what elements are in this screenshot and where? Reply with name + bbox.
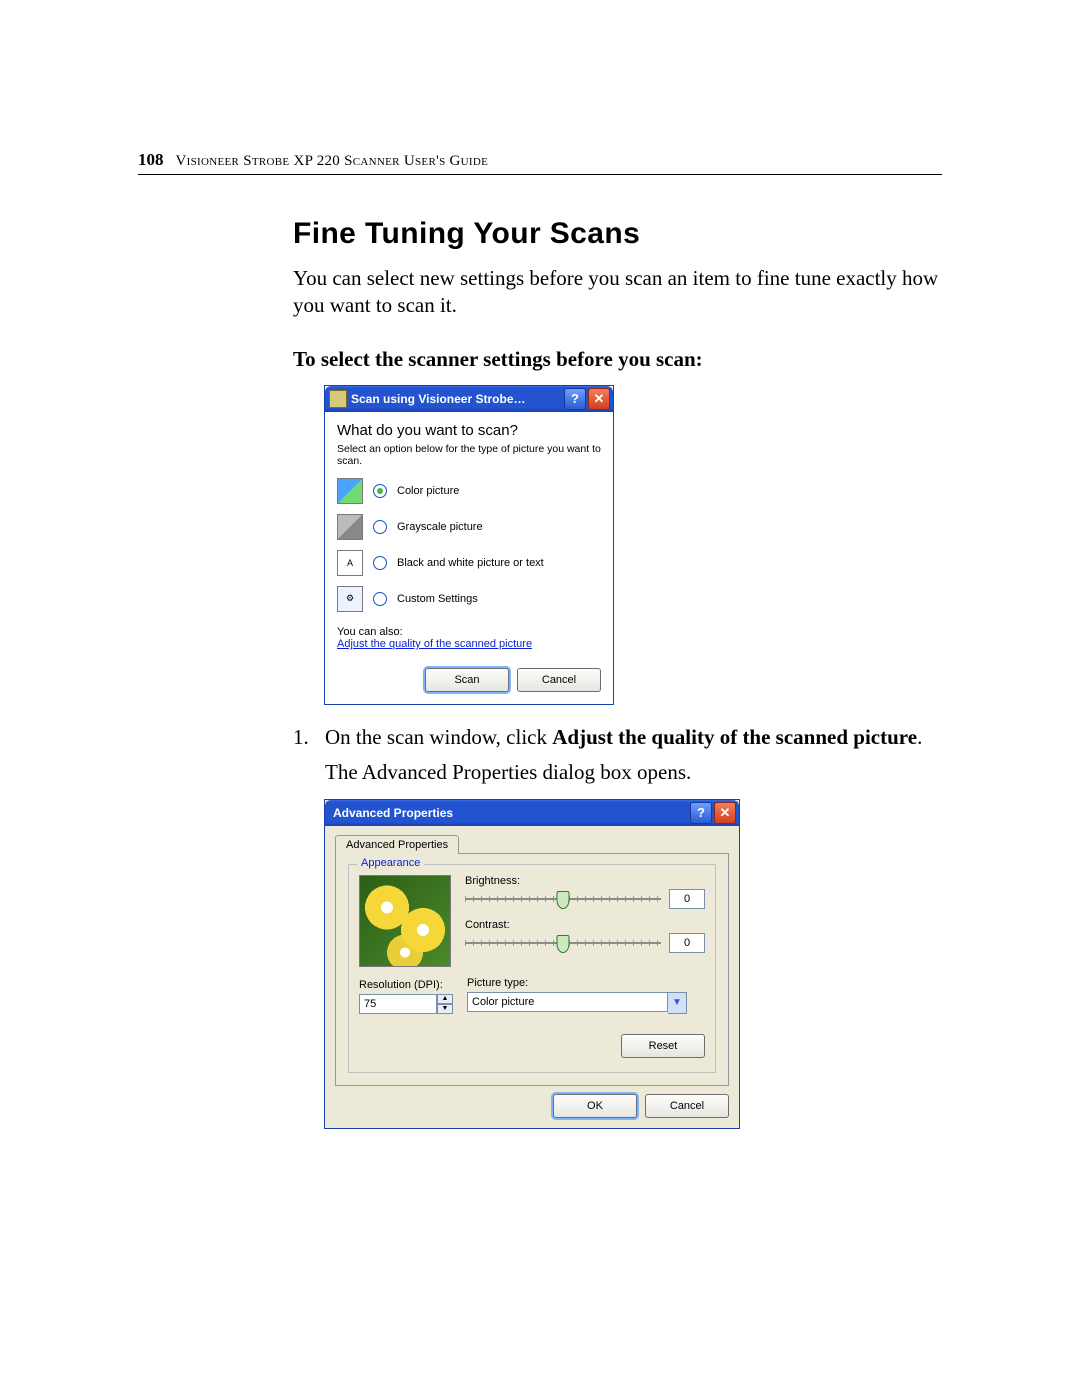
spin-down-icon[interactable]: ▼ (437, 1004, 453, 1014)
chevron-down-icon[interactable]: ▼ (668, 992, 687, 1014)
ok-button[interactable]: OK (553, 1094, 637, 1118)
dialog1-question: What do you want to scan? (337, 422, 601, 439)
contrast-label: Contrast: (465, 919, 705, 931)
close-icon[interactable]: ✕ (588, 388, 610, 410)
scan-button[interactable]: Scan (425, 668, 509, 692)
you-can-also-label: You can also: (337, 626, 601, 638)
resolution-label: Resolution (DPI): (359, 979, 453, 991)
reset-button[interactable]: Reset (621, 1034, 705, 1058)
header-title: Visioneer Strobe XP 220 Scanner User's G… (176, 153, 489, 170)
resolution-input[interactable] (359, 994, 437, 1014)
dialog1-titlebar: Scan using Visioneer Strobe… ? ✕ (325, 386, 613, 412)
scan-wizard-dialog: Scan using Visioneer Strobe… ? ✕ What do… (325, 386, 613, 704)
preview-image (359, 875, 451, 967)
color-picture-icon (337, 478, 363, 504)
contrast-value[interactable]: 0 (669, 933, 705, 953)
option-label: Custom Settings (397, 593, 478, 605)
custom-settings-icon: ⚙ (337, 586, 363, 612)
spin-up-icon[interactable]: ▲ (437, 994, 453, 1004)
contrast-slider[interactable] (465, 934, 661, 952)
section-subhead: To select the scanner settings before yo… (293, 347, 942, 372)
radio-bw[interactable] (373, 556, 387, 570)
running-header: 108 Visioneer Strobe XP 220 Scanner User… (138, 150, 942, 175)
brightness-slider[interactable] (465, 890, 661, 908)
dialog2-titlebar: Advanced Properties ? ✕ (325, 800, 739, 826)
adjust-quality-link[interactable]: Adjust the quality of the scanned pictur… (337, 638, 601, 650)
option-custom[interactable]: ⚙ Custom Settings (337, 586, 601, 612)
slider-thumb-icon[interactable] (557, 935, 570, 953)
brightness-value[interactable]: 0 (669, 889, 705, 909)
tab-advanced-properties[interactable]: Advanced Properties (335, 835, 459, 854)
radio-color[interactable] (373, 484, 387, 498)
resolution-stepper[interactable]: ▲ ▼ (359, 994, 453, 1014)
option-color[interactable]: Color picture (337, 478, 601, 504)
option-bw[interactable]: A Black and white picture or text (337, 550, 601, 576)
appearance-group: Appearance Brightness: 0 Contrast: (348, 864, 716, 1073)
cancel-button[interactable]: Cancel (645, 1094, 729, 1118)
step-number: 1. (293, 724, 311, 751)
option-label: Black and white picture or text (397, 557, 544, 569)
radio-custom[interactable] (373, 592, 387, 606)
option-grayscale[interactable]: Grayscale picture (337, 514, 601, 540)
help-icon[interactable]: ? (690, 802, 712, 824)
slider-thumb-icon[interactable] (557, 891, 570, 909)
step-text: On the scan window, click Adjust the qua… (325, 724, 922, 751)
dialog1-subtext: Select an option below for the type of p… (337, 443, 601, 468)
scanner-icon (329, 390, 347, 408)
brightness-label: Brightness: (465, 875, 705, 887)
section-intro: You can select new settings before you s… (293, 265, 942, 319)
radio-grayscale[interactable] (373, 520, 387, 534)
picture-type-label: Picture type: (467, 977, 705, 989)
close-icon[interactable]: ✕ (714, 802, 736, 824)
picture-type-input[interactable] (467, 992, 668, 1012)
appearance-legend: Appearance (357, 857, 424, 869)
advanced-properties-dialog: Advanced Properties ? ✕ Advanced Propert… (325, 800, 739, 1128)
cancel-button[interactable]: Cancel (517, 668, 601, 692)
section-title: Fine Tuning Your Scans (293, 217, 942, 251)
picture-type-combo[interactable]: ▼ (467, 992, 687, 1014)
dialog1-title: Scan using Visioneer Strobe… (351, 392, 562, 406)
help-icon[interactable]: ? (564, 388, 586, 410)
option-label: Grayscale picture (397, 521, 483, 533)
grayscale-picture-icon (337, 514, 363, 540)
dialog2-title: Advanced Properties (329, 806, 688, 820)
option-label: Color picture (397, 485, 459, 497)
step-1: 1. On the scan window, click Adjust the … (293, 724, 942, 751)
bw-picture-icon: A (337, 550, 363, 576)
step-followup: The Advanced Properties dialog box opens… (325, 759, 942, 786)
page-number: 108 (138, 150, 164, 170)
